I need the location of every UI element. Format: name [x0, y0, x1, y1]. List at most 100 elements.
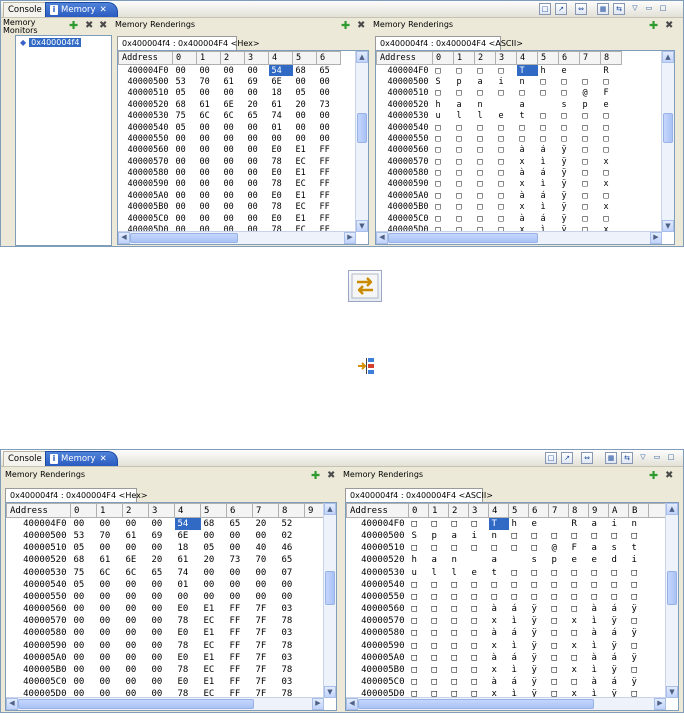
ascii-cell[interactable]: □ [601, 76, 622, 87]
hex-cell[interactable]: 05 [173, 88, 197, 99]
ascii-rendering-tab[interactable]: 0x400004f4 : 0x400004F4 <ASCII> [345, 488, 493, 502]
hex-cell[interactable]: 00 [173, 179, 197, 190]
ascii-cell[interactable]: x [489, 615, 509, 627]
ascii-cell[interactable]: □ [475, 190, 496, 201]
ascii-cell[interactable] [580, 65, 601, 76]
scroll-thumb[interactable] [663, 113, 673, 143]
ascii-cell[interactable]: □ [538, 122, 559, 133]
hex-cell[interactable]: 00 [71, 664, 97, 676]
hex-cell[interactable]: EC [293, 179, 317, 190]
ascii-cell[interactable]: a [429, 554, 449, 566]
ascii-cell[interactable]: □ [601, 122, 622, 133]
ascii-cell[interactable]: ì [509, 640, 529, 652]
ascii-cell[interactable]: □ [601, 190, 622, 201]
ascii-cell[interactable]: á [509, 627, 529, 639]
ascii-cell[interactable]: □ [433, 65, 454, 76]
hex-cell[interactable]: 68 [293, 65, 317, 76]
scroll-left-icon[interactable]: ◀ [118, 232, 130, 244]
ascii-cell[interactable]: i [629, 554, 649, 566]
new-memory-view-icon[interactable]: □ [545, 452, 557, 464]
ascii-cell[interactable]: □ [496, 145, 517, 156]
toggle-split-pane-icon[interactable]: ⇆ [621, 452, 633, 464]
hex-cell[interactable]: 03 [279, 627, 305, 639]
ascii-cell[interactable]: □ [609, 530, 629, 542]
hex-cell[interactable]: 00 [245, 88, 269, 99]
horizontal-scrollbar[interactable]: ◀ ▶ [6, 697, 324, 710]
ascii-cell[interactable]: □ [409, 627, 429, 639]
ascii-cell[interactable]: □ [475, 213, 496, 224]
hex-cell[interactable]: 05 [201, 542, 227, 554]
ascii-cell[interactable]: e [589, 554, 609, 566]
ascii-cell[interactable]: à [589, 627, 609, 639]
ascii-cell[interactable]: □ [433, 133, 454, 144]
remove-rendering-icon[interactable]: ✖ [327, 470, 335, 481]
ascii-cell[interactable]: n [449, 554, 469, 566]
column-header-address[interactable]: Address [376, 51, 433, 66]
ascii-cell[interactable]: □ [409, 652, 429, 664]
hex-cell[interactable]: 00 [123, 640, 149, 652]
hex-cell[interactable]: E0 [175, 652, 201, 664]
ascii-cell[interactable]: □ [433, 190, 454, 201]
remove-monitor-icon[interactable]: ✖ [85, 20, 93, 31]
ascii-cell[interactable]: ÿ [609, 664, 629, 676]
horizontal-scrollbar[interactable]: ◀ ▶ [118, 231, 356, 244]
column-header[interactable]: 3 [495, 51, 517, 66]
hex-cell[interactable]: 00 [173, 133, 197, 144]
ascii-cell[interactable]: □ [549, 591, 569, 603]
ascii-cell[interactable]: □ [569, 566, 589, 578]
ascii-cell[interactable]: n [489, 530, 509, 542]
hex-cell[interactable]: 75 [71, 566, 97, 578]
column-header[interactable]: 4 [268, 51, 293, 66]
ascii-cell[interactable]: ÿ [559, 202, 580, 213]
hex-cell[interactable]: 6E [221, 99, 245, 110]
hex-cell[interactable]: 00 [149, 542, 175, 554]
hex-cell[interactable]: FF [227, 664, 253, 676]
scroll-thumb[interactable] [388, 233, 538, 243]
ascii-cell[interactable]: ÿ [559, 179, 580, 190]
column-header[interactable]: 6 [226, 503, 253, 519]
hex-cell[interactable]: 00 [221, 202, 245, 213]
hex-cell[interactable]: 00 [293, 76, 317, 87]
hex-cell[interactable]: 00 [201, 530, 227, 542]
hex-cell[interactable]: EC [201, 640, 227, 652]
hex-cell[interactable]: 7F [253, 640, 279, 652]
ascii-cell[interactable]: ÿ [559, 167, 580, 178]
link-rendering-panes-icon[interactable]: ⇔ [575, 3, 587, 15]
scroll-thumb[interactable] [18, 699, 254, 709]
minimize-icon[interactable]: ▭ [643, 3, 655, 15]
ascii-cell[interactable]: i [496, 76, 517, 87]
ascii-cell[interactable]: □ [429, 542, 449, 554]
hex-cell[interactable]: 00 [71, 615, 97, 627]
hex-cell[interactable]: 00 [97, 615, 123, 627]
ascii-cell[interactable]: ÿ [629, 652, 649, 664]
add-rendering-icon[interactable]: ✚ [311, 470, 320, 481]
hex-cell[interactable]: 00 [221, 156, 245, 167]
column-header[interactable]: 1 [196, 51, 221, 66]
hex-cell[interactable]: E0 [269, 145, 293, 156]
column-header[interactable]: 6 [316, 51, 341, 66]
hex-cell[interactable]: FF [227, 603, 253, 615]
scroll-down-icon[interactable]: ▼ [662, 220, 674, 232]
hex-cell[interactable]: 00 [245, 122, 269, 133]
ascii-cell[interactable]: ì [538, 179, 559, 190]
ascii-cell[interactable]: □ [475, 202, 496, 213]
ascii-cell[interactable]: □ [454, 202, 475, 213]
ascii-cell[interactable]: □ [509, 591, 529, 603]
hex-cell[interactable]: 00 [123, 518, 149, 530]
ascii-cell[interactable]: □ [454, 88, 475, 99]
ascii-cell[interactable]: x [517, 156, 538, 167]
hex-cell[interactable]: 05 [293, 88, 317, 99]
hex-cell[interactable]: 00 [173, 65, 197, 76]
hex-cell[interactable]: 00 [197, 156, 221, 167]
scroll-up-icon[interactable]: ▲ [324, 503, 336, 515]
scroll-right-icon[interactable]: ▶ [654, 698, 666, 710]
ascii-cell[interactable]: □ [569, 591, 589, 603]
ascii-cell[interactable]: □ [475, 156, 496, 167]
view-menu-icon[interactable]: ▽ [637, 452, 649, 464]
ascii-cell[interactable]: □ [449, 603, 469, 615]
hex-cell[interactable]: 03 [279, 603, 305, 615]
hex-cell[interactable]: 74 [175, 566, 201, 578]
ascii-cell[interactable]: □ [469, 664, 489, 676]
ascii-cell[interactable]: □ [517, 133, 538, 144]
hex-cell[interactable]: E0 [175, 627, 201, 639]
